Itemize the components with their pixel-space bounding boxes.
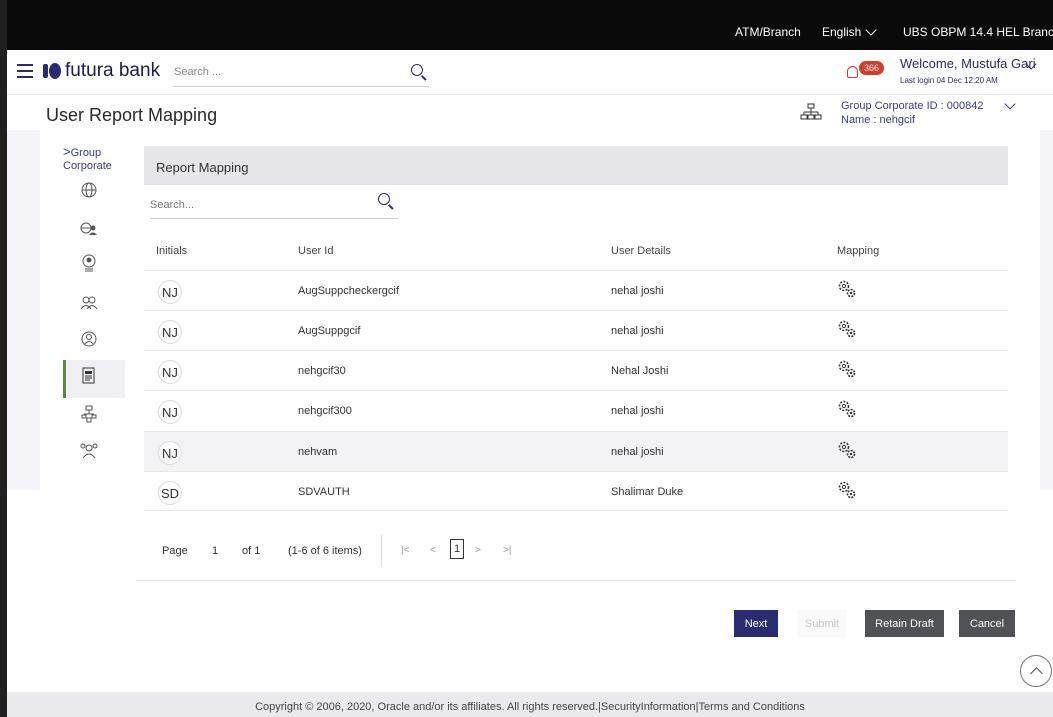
page-label: Page <box>162 545 188 557</box>
leftnav-group-corporate[interactable]: >Group Corporate <box>63 145 112 173</box>
users-icon[interactable] <box>80 294 98 312</box>
scroll-to-top-icon[interactable] <box>1020 655 1052 687</box>
user-id-cell: nehgcif300 <box>298 405 352 417</box>
retain-draft-button[interactable]: Retain Draft <box>865 610 944 637</box>
language-label: English <box>822 25 862 39</box>
table-row: NJ AugSuppgcif nehal joshi <box>144 310 1008 350</box>
table-row: NJ nehgcif300 nehal joshi <box>144 390 1008 430</box>
table-row: SD SDVAUTH Shalimar Duke <box>144 471 1008 511</box>
last-page-icon[interactable]: >| <box>503 545 511 556</box>
user-badge-icon[interactable] <box>80 254 98 272</box>
user-details-cell: nehal joshi <box>611 325 664 337</box>
next-page-icon[interactable]: > <box>475 545 481 556</box>
group-corporate-id: Group Corporate ID : 000842 <box>841 100 984 112</box>
header: futura bank Search ... 366 Welcome, Must… <box>7 50 1053 95</box>
gear-icon[interactable] <box>837 319 857 339</box>
global-search-input[interactable]: Search ... <box>173 62 429 87</box>
user-id-cell: SDVAUTH <box>298 486 350 498</box>
hierarchy-icon <box>800 103 822 121</box>
footer-copyright: Copyright © 2006, 2020, Oracle and/or it… <box>7 692 1053 717</box>
avatar: NJ <box>158 441 182 465</box>
report-icon[interactable] <box>80 367 98 385</box>
avatar: NJ <box>158 360 182 384</box>
section-header: Report Mapping <box>144 146 1008 185</box>
current-page-button[interactable]: 1 <box>450 539 464 559</box>
hierarchy-user-icon[interactable] <box>80 405 98 423</box>
user-id-cell: nehvam <box>298 446 338 458</box>
last-login-text: Last login 04 Dec 12:20 AM <box>900 76 998 85</box>
gear-icon[interactable] <box>837 440 857 460</box>
submit-button[interactable]: Submit <box>797 610 847 637</box>
user-id-cell: AugSuppcheckergcif <box>298 285 399 297</box>
footer-divider <box>136 580 1016 581</box>
notification-badge[interactable]: 366 <box>859 61 885 75</box>
bell-icon[interactable] <box>845 65 859 79</box>
page-title: User Report Mapping <box>46 105 218 125</box>
avatar: NJ <box>158 320 182 344</box>
search-icon[interactable] <box>411 64 423 76</box>
gear-icon[interactable] <box>837 480 857 500</box>
leftnav-label-line2: Corporate <box>63 160 112 172</box>
user-details-cell: nehal joshi <box>611 285 664 297</box>
report-search-placeholder: Search... <box>150 199 195 211</box>
next-button[interactable]: Next <box>734 610 778 637</box>
avatar: SD <box>158 481 182 505</box>
avatar: NJ <box>158 400 182 424</box>
prev-page-icon[interactable]: < <box>430 545 436 556</box>
report-search-input[interactable]: Search... <box>150 193 398 219</box>
gear-icon[interactable] <box>837 399 857 419</box>
user-details-cell: nehal joshi <box>611 446 664 458</box>
atm-branch-link[interactable]: ATM/Branch <box>735 25 801 39</box>
atm-branch-label: ATM/Branch <box>735 25 801 39</box>
page-of-label: of 1 <box>242 545 261 557</box>
group-corporate-name: Name : nehgcif <box>841 114 915 126</box>
gear-icon[interactable] <box>837 359 857 379</box>
table-row: NJ AugSuppcheckergcif nehal joshi <box>144 270 1008 310</box>
language-dropdown[interactable]: English <box>822 24 878 39</box>
users-setup-icon[interactable] <box>80 442 98 460</box>
cancel-button[interactable]: Cancel <box>959 610 1015 637</box>
column-header-initials: Initials <box>156 245 188 257</box>
user-support-icon[interactable] <box>80 331 98 349</box>
globe-user-icon[interactable] <box>80 219 98 237</box>
first-page-icon[interactable]: |< <box>401 545 409 556</box>
user-details-cell: nehal joshi <box>611 405 664 417</box>
user-details-cell: Shalimar Duke <box>611 486 684 498</box>
welcome-text[interactable]: Welcome, Mustufa Gari <box>900 56 1036 71</box>
globe-icon[interactable] <box>80 181 98 199</box>
branch-dropdown[interactable]: UBS OBPM 14.4 HEL Branch <box>903 25 1053 39</box>
pagination-divider <box>381 535 382 567</box>
brand-name: futura bank <box>65 60 161 81</box>
branch-label: UBS OBPM 14.4 HEL Branch <box>903 25 1053 39</box>
column-header-user-details[interactable]: User Details <box>611 245 671 257</box>
search-icon[interactable] <box>378 193 390 205</box>
leftnav-label-line1: Group <box>70 147 102 159</box>
section-title: Report Mapping <box>156 160 249 175</box>
avatar: NJ <box>158 280 182 304</box>
page-number-input[interactable]: 1 <box>212 545 218 557</box>
column-header-user-id[interactable]: User Id <box>298 245 333 257</box>
menu-icon[interactable] <box>17 64 33 78</box>
table-row: NJ nehvam nehal joshi <box>144 431 1008 471</box>
logo[interactable]: futura bank <box>43 60 160 82</box>
chevron-down-icon <box>865 24 878 36</box>
items-count-label: (1-6 of 6 items) <box>288 545 362 557</box>
top-bar: ATM/Branch English UBS OBPM 14.4 HEL Bra… <box>7 0 1053 50</box>
table-row: NJ nehgcif30 Nehal Joshi <box>144 350 1008 390</box>
gear-icon[interactable] <box>837 279 857 299</box>
user-id-cell: nehgcif30 <box>298 365 346 377</box>
user-id-cell: AugSuppgcif <box>298 325 361 337</box>
user-details-cell: Nehal Joshi <box>611 365 669 377</box>
column-header-mapping: Mapping <box>837 245 880 257</box>
global-search-placeholder: Search ... <box>174 66 222 78</box>
logo-icon <box>43 62 61 80</box>
